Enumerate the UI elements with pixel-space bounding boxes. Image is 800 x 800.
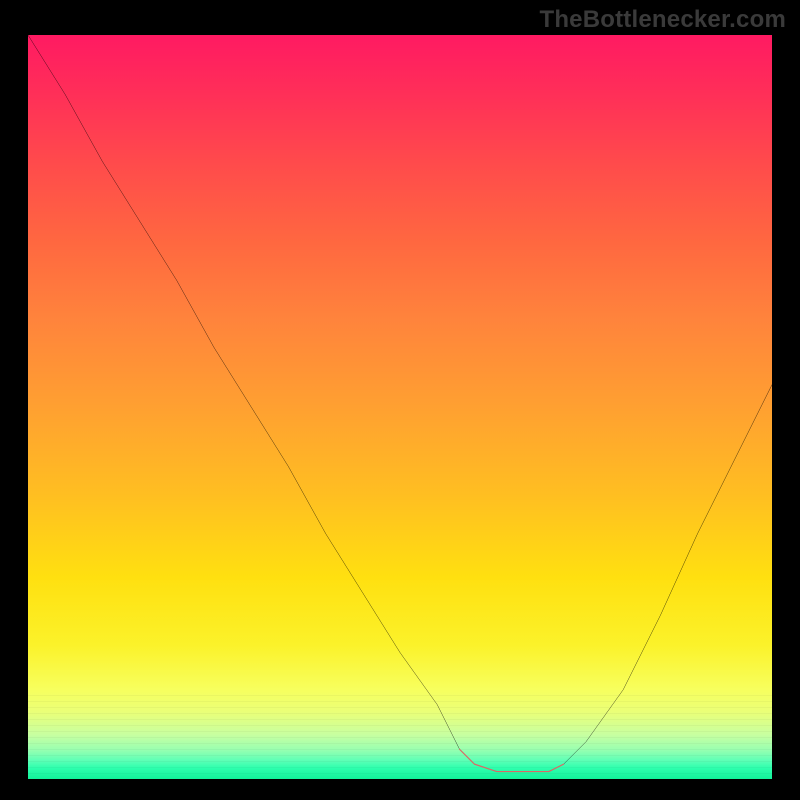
curve-layer: [28, 35, 772, 779]
watermark-text: TheBottlenecker.com: [539, 6, 786, 34]
optimal-marker: [460, 749, 564, 771]
plot-area: [28, 35, 772, 779]
bottleneck-curve: [28, 35, 772, 772]
chart-frame: TheBottlenecker.com: [0, 0, 800, 800]
